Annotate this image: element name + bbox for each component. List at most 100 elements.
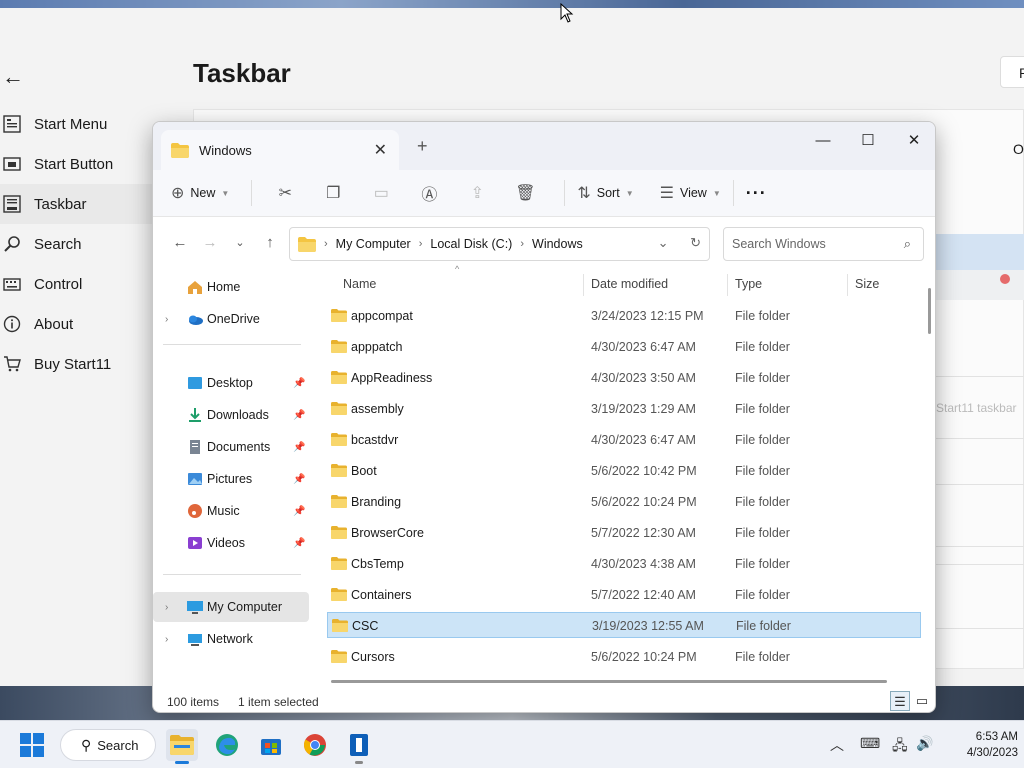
column-header-date[interactable]: Date modified <box>591 268 668 300</box>
minimize-button[interactable]: — <box>800 128 846 154</box>
new-tab-button[interactable]: + <box>417 136 428 157</box>
file-row[interactable]: assembly 3/19/2023 1:29 AM File folder <box>327 396 921 422</box>
folder-icon <box>331 588 347 601</box>
tab-windows[interactable]: Windows ✕ <box>161 130 399 170</box>
rename-button[interactable]: Ⓐ <box>408 177 456 209</box>
chevron-right-icon[interactable]: › <box>165 634 168 645</box>
column-divider[interactable] <box>847 274 848 296</box>
file-type: File folder <box>735 557 790 571</box>
file-date: 5/7/2022 12:40 AM <box>591 588 696 602</box>
address-bar[interactable]: › My Computer › Local Disk (C:) › Window… <box>289 227 710 261</box>
column-header-size[interactable]: Size <box>855 268 879 300</box>
more-options-button[interactable]: ··· <box>746 177 767 209</box>
search-input[interactable]: Search Windows ⌕ <box>723 227 924 261</box>
breadcrumb-windows[interactable]: Windows <box>532 237 583 251</box>
file-row[interactable]: bcastdvr 4/30/2023 6:47 AM File folder <box>327 427 921 453</box>
recent-locations-icon[interactable]: ⌄ <box>225 236 255 249</box>
sidebar-item-pictures[interactable]: Pictures 📌 <box>153 464 309 494</box>
home-icon <box>188 281 202 294</box>
file-type: File folder <box>735 464 790 478</box>
file-row[interactable]: appcompat 3/24/2023 12:15 PM File folder <box>327 303 921 329</box>
sort-button[interactable]: ⇅ Sort ▼ <box>577 177 633 209</box>
up-icon[interactable]: ↑ <box>255 234 285 251</box>
sidebar-item-my-computer[interactable]: › My Computer <box>153 592 309 622</box>
back-arrow-icon[interactable]: ← <box>2 64 24 90</box>
file-row-selected[interactable]: CSC 3/19/2023 12:55 AM File folder <box>327 612 921 638</box>
sidebar-item-documents[interactable]: Documents 📌 <box>153 432 309 462</box>
system-clock[interactable]: 6:53 AM 4/30/2023 <box>942 729 1018 761</box>
file-explorer-app[interactable] <box>166 729 198 764</box>
chevron-right-icon[interactable]: › <box>165 602 168 613</box>
breadcrumb-local-disk[interactable]: Local Disk (C:) <box>430 237 512 251</box>
chevron-up-icon[interactable]: ︿ <box>830 735 844 755</box>
file-row[interactable]: Containers 5/7/2022 12:40 AM File folder <box>327 582 921 608</box>
file-name: apppatch <box>351 340 403 354</box>
folder-icon <box>332 619 348 632</box>
sidebar-item-network[interactable]: › Network <box>153 624 309 654</box>
view-button[interactable]: ☰ View ▼ <box>660 177 721 209</box>
sidebar-item-desktop[interactable]: Desktop 📌 <box>153 368 309 398</box>
close-tab-icon[interactable]: ✕ <box>374 140 387 160</box>
vertical-scrollbar[interactable] <box>928 288 931 334</box>
taskbar-search[interactable]: ⚲ Search <box>60 729 156 761</box>
close-window-button[interactable]: ✕ <box>891 128 935 154</box>
taskbar: ⚲ Search ︿ ⌨ 🖧 🔊 6:53 AM 4/30/2023 <box>0 720 1024 768</box>
file-row[interactable]: Branding 5/6/2022 10:24 PM File folder <box>327 489 921 515</box>
nav-item-taskbar[interactable]: Taskbar <box>0 184 160 224</box>
copy-button[interactable]: ❐ <box>312 177 360 209</box>
file-row[interactable]: Boot 5/6/2022 10:42 PM File folder <box>327 458 921 484</box>
cut-button[interactable]: ✂ <box>264 177 312 209</box>
delete-button[interactable]: 🗑 <box>504 177 552 209</box>
file-type: File folder <box>735 588 790 602</box>
windows-start-button[interactable] <box>20 733 44 757</box>
nav-item-control[interactable]: Control <box>0 264 160 304</box>
sidebar-item-onedrive[interactable]: › OneDrive <box>153 304 309 334</box>
start11-app[interactable] <box>343 729 375 764</box>
paste-button[interactable]: ▭ <box>360 177 408 209</box>
file-row[interactable]: BrowserCore 5/7/2022 12:30 AM File folde… <box>327 520 921 546</box>
details-view-button[interactable]: ☰ <box>890 691 910 711</box>
top-right-button[interactable]: R <box>1000 56 1024 88</box>
tiles-view-button[interactable]: ▭ <box>912 691 932 711</box>
column-divider[interactable] <box>583 274 584 296</box>
sidebar-item-music[interactable]: Music 📌 <box>153 496 309 526</box>
sidebar-label: Videos <box>207 536 245 550</box>
search-icon: ⌕ <box>903 236 911 251</box>
file-name: CbsTemp <box>351 557 404 571</box>
horizontal-scrollbar[interactable] <box>331 680 887 683</box>
address-dropdown-icon[interactable]: ⌄ <box>658 235 669 250</box>
network-icon[interactable]: 🖧 <box>892 735 908 759</box>
back-icon[interactable]: ← <box>165 234 195 251</box>
nav-item-buy-start11[interactable]: Buy Start11 <box>0 344 160 384</box>
chevron-right-icon[interactable]: › <box>165 314 168 325</box>
volume-icon[interactable]: 🔊 <box>916 735 933 752</box>
pin-icon: 📌 <box>293 377 306 389</box>
column-header-name[interactable]: Name <box>343 268 376 300</box>
share-button[interactable]: ⇪ <box>456 177 504 209</box>
nav-item-start-button[interactable]: Start Button <box>0 144 160 184</box>
edge-app[interactable] <box>211 729 243 761</box>
column-divider[interactable] <box>727 274 728 296</box>
toolbar-divider <box>732 180 734 206</box>
forward-icon[interactable]: → <box>195 234 225 251</box>
refresh-icon[interactable]: ↻ <box>690 235 701 250</box>
maximize-button[interactable]: ☐ <box>845 128 891 154</box>
file-row[interactable]: CbsTemp 4/30/2023 4:38 AM File folder <box>327 551 921 577</box>
breadcrumb-my-computer[interactable]: My Computer <box>336 237 411 251</box>
store-app[interactable] <box>255 729 287 761</box>
copy-icon: ❐ <box>326 185 341 202</box>
nav-item-about[interactable]: About <box>0 304 160 344</box>
file-row[interactable]: AppReadiness 4/30/2023 3:50 AM File fold… <box>327 365 921 391</box>
file-row[interactable]: apppatch 4/30/2023 6:47 AM File folder <box>327 334 921 360</box>
new-button[interactable]: ⊕ New ▼ <box>171 177 229 209</box>
divider <box>936 628 1024 629</box>
nav-item-search[interactable]: Search <box>0 224 160 264</box>
chrome-app[interactable] <box>299 729 331 761</box>
sidebar-item-videos[interactable]: Videos 📌 <box>153 528 309 558</box>
keyboard-icon[interactable]: ⌨ <box>860 735 880 752</box>
sidebar-item-downloads[interactable]: Downloads 📌 <box>153 400 309 430</box>
nav-item-start-menu[interactable]: Start Menu <box>0 104 160 144</box>
sidebar-item-home[interactable]: Home <box>153 272 309 302</box>
file-row[interactable]: Cursors 5/6/2022 10:24 PM File folder <box>327 644 921 670</box>
column-header-type[interactable]: Type <box>735 268 762 300</box>
